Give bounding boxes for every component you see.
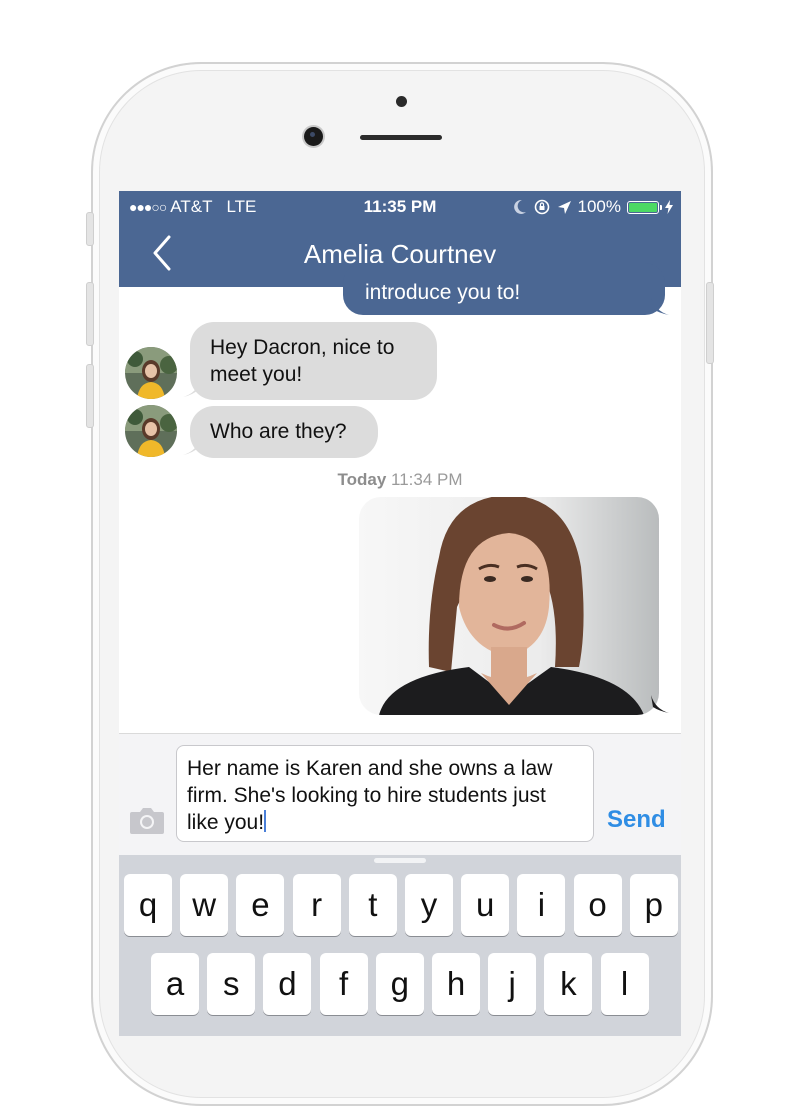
- key-t[interactable]: t: [348, 874, 397, 936]
- camera-icon[interactable]: [129, 805, 165, 835]
- incoming-message-text: Who are they?: [210, 420, 347, 443]
- location-icon: [557, 200, 571, 214]
- outgoing-bubble-tail: [651, 297, 669, 315]
- key-e[interactable]: e: [236, 874, 285, 936]
- power-button: [706, 282, 714, 364]
- rotation-lock-icon: [534, 199, 549, 215]
- battery-percent: 100%: [577, 197, 621, 216]
- input-text-line: firm. She's looking to hire students jus…: [187, 784, 546, 807]
- input-text-line: like you!: [187, 811, 265, 834]
- key-a[interactable]: a: [151, 953, 199, 1015]
- status-icons: 100%: [513, 197, 673, 217]
- incoming-message-line: meet you!: [210, 363, 303, 386]
- incoming-message-bubble[interactable]: Hey Dacron, nice to meet you!: [190, 322, 437, 400]
- key-u[interactable]: u: [461, 874, 510, 936]
- keyboard-handle[interactable]: [374, 858, 426, 863]
- incoming-message-line: Hey Dacron, nice to: [210, 336, 395, 359]
- mute-switch: [86, 212, 94, 246]
- key-y[interactable]: y: [405, 874, 453, 936]
- screen: ●●●○○ AT&T LTE 11:35 PM 100% Amelia Cour…: [119, 191, 681, 1036]
- photo-of-woman: [359, 497, 659, 715]
- outgoing-bubble-tail: [651, 695, 669, 713]
- key-f[interactable]: f: [319, 953, 368, 1015]
- volume-down-button: [86, 364, 94, 428]
- timestamp-day: Today: [337, 470, 387, 489]
- avatar-photo: [125, 347, 177, 399]
- key-j[interactable]: j: [488, 953, 537, 1015]
- message-timestamp: Today 11:34 PM: [119, 470, 681, 490]
- avatar[interactable]: [125, 347, 177, 399]
- status-bar: ●●●○○ AT&T LTE 11:35 PM 100%: [119, 191, 681, 223]
- message-input[interactable]: Her name is Karen and she owns a law fir…: [176, 745, 594, 842]
- input-text-line: Her name is Karen and she owns a law: [187, 757, 553, 780]
- timestamp-time: 11:34 PM: [391, 470, 463, 489]
- key-l[interactable]: l: [600, 953, 649, 1015]
- key-w[interactable]: w: [180, 874, 229, 936]
- key-s[interactable]: s: [207, 953, 256, 1015]
- proximity-sensor: [396, 96, 407, 107]
- key-o[interactable]: o: [573, 874, 622, 936]
- message-list[interactable]: introduce you to! Hey Dacron, nice to me…: [119, 263, 681, 733]
- send-button[interactable]: Send: [607, 806, 666, 834]
- front-camera: [304, 127, 323, 146]
- avatar[interactable]: [125, 405, 177, 457]
- key-q[interactable]: q: [124, 874, 172, 936]
- charging-bolt-icon: [665, 200, 673, 214]
- volume-up-button: [86, 282, 94, 346]
- key-g[interactable]: g: [375, 953, 424, 1015]
- key-k[interactable]: k: [544, 953, 593, 1015]
- outgoing-message-bubble[interactable]: introduce you to!: [343, 263, 665, 315]
- keyboard: qwertyuiop asdfghjkl: [119, 855, 681, 1036]
- avatar-photo: [125, 405, 177, 457]
- key-p[interactable]: p: [629, 874, 678, 936]
- key-r[interactable]: r: [292, 874, 341, 936]
- incoming-message-bubble[interactable]: Who are they?: [190, 406, 378, 458]
- key-i[interactable]: i: [517, 874, 566, 936]
- outgoing-photo-message[interactable]: [359, 497, 659, 715]
- key-h[interactable]: h: [432, 953, 480, 1015]
- text-cursor: [264, 810, 267, 832]
- battery-icon: [627, 200, 662, 214]
- earpiece-speaker: [360, 135, 442, 140]
- moon-icon: [513, 199, 526, 214]
- message-composer: Her name is Karen and she owns a law fir…: [119, 733, 681, 856]
- key-d[interactable]: d: [263, 953, 312, 1015]
- outgoing-message-text: introduce you to!: [365, 281, 521, 304]
